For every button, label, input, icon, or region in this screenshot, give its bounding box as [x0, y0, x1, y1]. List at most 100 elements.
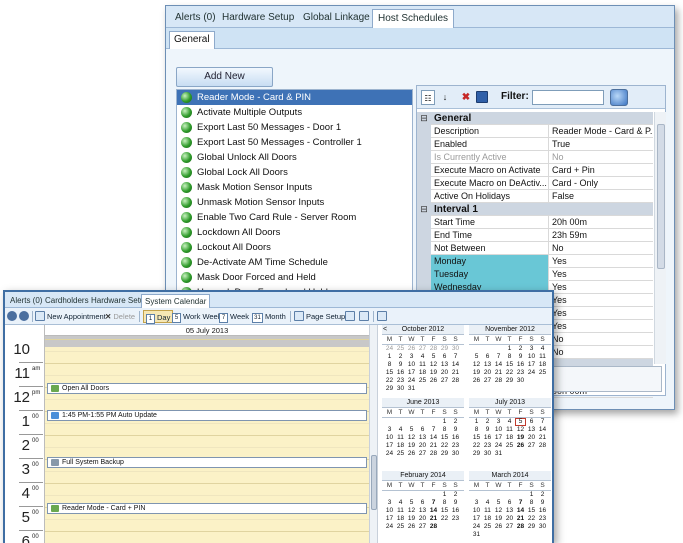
forward-arrow-icon[interactable]	[19, 311, 29, 321]
calendar-day[interactable]: 27	[504, 523, 515, 531]
property-row[interactable]: Active On Holidays False	[417, 190, 653, 203]
calendar-day[interactable]: 3	[384, 499, 395, 507]
calendar-day[interactable]: 2	[395, 353, 406, 361]
property-value[interactable]: Yes	[549, 268, 653, 281]
calendar-day[interactable]: 23	[395, 377, 406, 385]
page-setup-button[interactable]: Page Setup	[294, 310, 345, 323]
calendar-day[interactable]: 9	[450, 426, 461, 434]
calendar-day[interactable]: 11	[395, 507, 406, 515]
calendar-day[interactable]: 17	[471, 515, 482, 523]
calendar-day[interactable]: 12	[471, 361, 482, 369]
calendar-day[interactable]: 16	[450, 507, 461, 515]
calendar-day[interactable]: 31	[493, 450, 504, 458]
calendar-day[interactable]: 4	[417, 353, 428, 361]
schedule-list-item[interactable]: De-Activate AM Time Schedule	[177, 255, 412, 270]
calendar-day[interactable]: 29	[439, 450, 450, 458]
calendar-day[interactable]: 1	[526, 491, 537, 499]
calendar-day[interactable]: 14	[428, 507, 439, 515]
property-value[interactable]: Yes	[549, 320, 653, 333]
calendar-day[interactable]: 28	[428, 523, 439, 531]
calendar-day[interactable]: 21	[428, 515, 439, 523]
appointment[interactable]: Reader Mode - Card + PIN	[47, 503, 367, 514]
calendar-day[interactable]: 25	[504, 442, 515, 450]
calendar-day[interactable]: 11	[482, 507, 493, 515]
calendar-day[interactable]: 21	[428, 442, 439, 450]
calendar-day[interactable]: 13	[526, 426, 537, 434]
calendar-day[interactable]: 28	[428, 345, 439, 353]
calendar-day[interactable]: 22	[526, 515, 537, 523]
calendar-day[interactable]: 10	[406, 361, 417, 369]
calendar-day[interactable]: 14	[493, 361, 504, 369]
calendar-day[interactable]: 1	[439, 418, 450, 426]
property-value[interactable]: Yes	[549, 307, 653, 320]
calendar-day[interactable]: 22	[471, 442, 482, 450]
calendar-day[interactable]: 9	[482, 426, 493, 434]
calendar-day[interactable]: 10	[384, 507, 395, 515]
calendar-day[interactable]: 19	[428, 369, 439, 377]
calendar-day[interactable]: 22	[504, 369, 515, 377]
schedule-list-item[interactable]: Unmask Motion Sensor Inputs	[177, 195, 412, 210]
calendar-day[interactable]: 22	[439, 442, 450, 450]
day-view-scrollbar[interactable]	[369, 325, 378, 543]
calendar-day[interactable]: 1	[471, 418, 482, 426]
calendar-day[interactable]: 25	[417, 377, 428, 385]
property-value[interactable]: No	[549, 346, 653, 359]
calendar-day[interactable]: 2	[450, 418, 461, 426]
print-icon[interactable]	[359, 310, 371, 323]
new-appointment-button[interactable]: New Appointment	[35, 310, 106, 323]
calendar-day[interactable]: 17	[406, 369, 417, 377]
property-row[interactable]: Enabled True	[417, 138, 653, 151]
calendar-day[interactable]: 14	[537, 426, 548, 434]
property-row[interactable]: Execute Macro on DeActiv... Card - Only	[417, 177, 653, 190]
calendar-day[interactable]: 8	[384, 361, 395, 369]
calendar-day[interactable]: 15	[439, 434, 450, 442]
calendar-day[interactable]: 4	[482, 499, 493, 507]
property-value[interactable]: 20h 00m	[549, 216, 653, 229]
property-value[interactable]: No	[549, 151, 653, 164]
calendar-day[interactable]: 4	[504, 418, 515, 426]
calendar-day[interactable]: 5	[493, 499, 504, 507]
calendar-day[interactable]: 26	[471, 377, 482, 385]
calendar-day[interactable]: 4	[395, 426, 406, 434]
calendar-day[interactable]: 9	[515, 353, 526, 361]
calendar-day[interactable]: 17	[493, 434, 504, 442]
tab-host-schedules[interactable]: Host Schedules	[372, 9, 455, 28]
calendar-day[interactable]: 13	[417, 434, 428, 442]
tab-general[interactable]: General	[169, 31, 215, 49]
calendar-day[interactable]: 31	[471, 531, 482, 539]
calendar-day[interactable]: 30	[395, 385, 406, 393]
calendar-day[interactable]: 26	[406, 450, 417, 458]
calendar-day[interactable]: 7	[537, 418, 548, 426]
calendar-day[interactable]: 17	[384, 515, 395, 523]
calendar-day[interactable]: 15	[384, 369, 395, 377]
calendar-day[interactable]: 17	[526, 361, 537, 369]
calendar-day[interactable]: 13	[417, 507, 428, 515]
calendar-day[interactable]: 27	[526, 442, 537, 450]
property-row[interactable]: Not Between No	[417, 242, 653, 255]
calendar-day[interactable]: 18	[395, 515, 406, 523]
schedule-list-item[interactable]: Mask Motion Sensor Inputs	[177, 180, 412, 195]
calendar-day[interactable]: 27	[417, 523, 428, 531]
delete-icon[interactable]: ✖	[459, 90, 473, 105]
calendar-day[interactable]: 3	[526, 345, 537, 353]
delete-button[interactable]: ✕ Delete	[105, 310, 135, 323]
calendar-day[interactable]: 9	[395, 361, 406, 369]
calendar-day[interactable]: 25	[395, 345, 406, 353]
week-view-button[interactable]: 7 Week	[219, 310, 249, 323]
calendar-day[interactable]: 15	[439, 507, 450, 515]
calendar-day[interactable]: 15	[471, 434, 482, 442]
calendar-day[interactable]: 16	[537, 507, 548, 515]
calendar-day[interactable]: 21	[537, 434, 548, 442]
calendar-day[interactable]: 27	[417, 450, 428, 458]
calendar-day[interactable]: 15	[504, 361, 515, 369]
property-row[interactable]: Start Time 20h 00m	[417, 216, 653, 229]
property-value[interactable]: True	[549, 138, 653, 151]
tab-cardholders[interactable]: Cardholders	[42, 294, 92, 308]
calendar-day[interactable]: 29	[439, 345, 450, 353]
calendar-day[interactable]: 28	[537, 442, 548, 450]
property-value[interactable]: No	[549, 242, 653, 255]
calendar-day[interactable]: 2	[450, 491, 461, 499]
calendar-day[interactable]: 17	[384, 442, 395, 450]
calendar-day[interactable]: 8	[471, 426, 482, 434]
schedule-list-item[interactable]: Reader Mode - Card & PIN	[177, 90, 412, 105]
